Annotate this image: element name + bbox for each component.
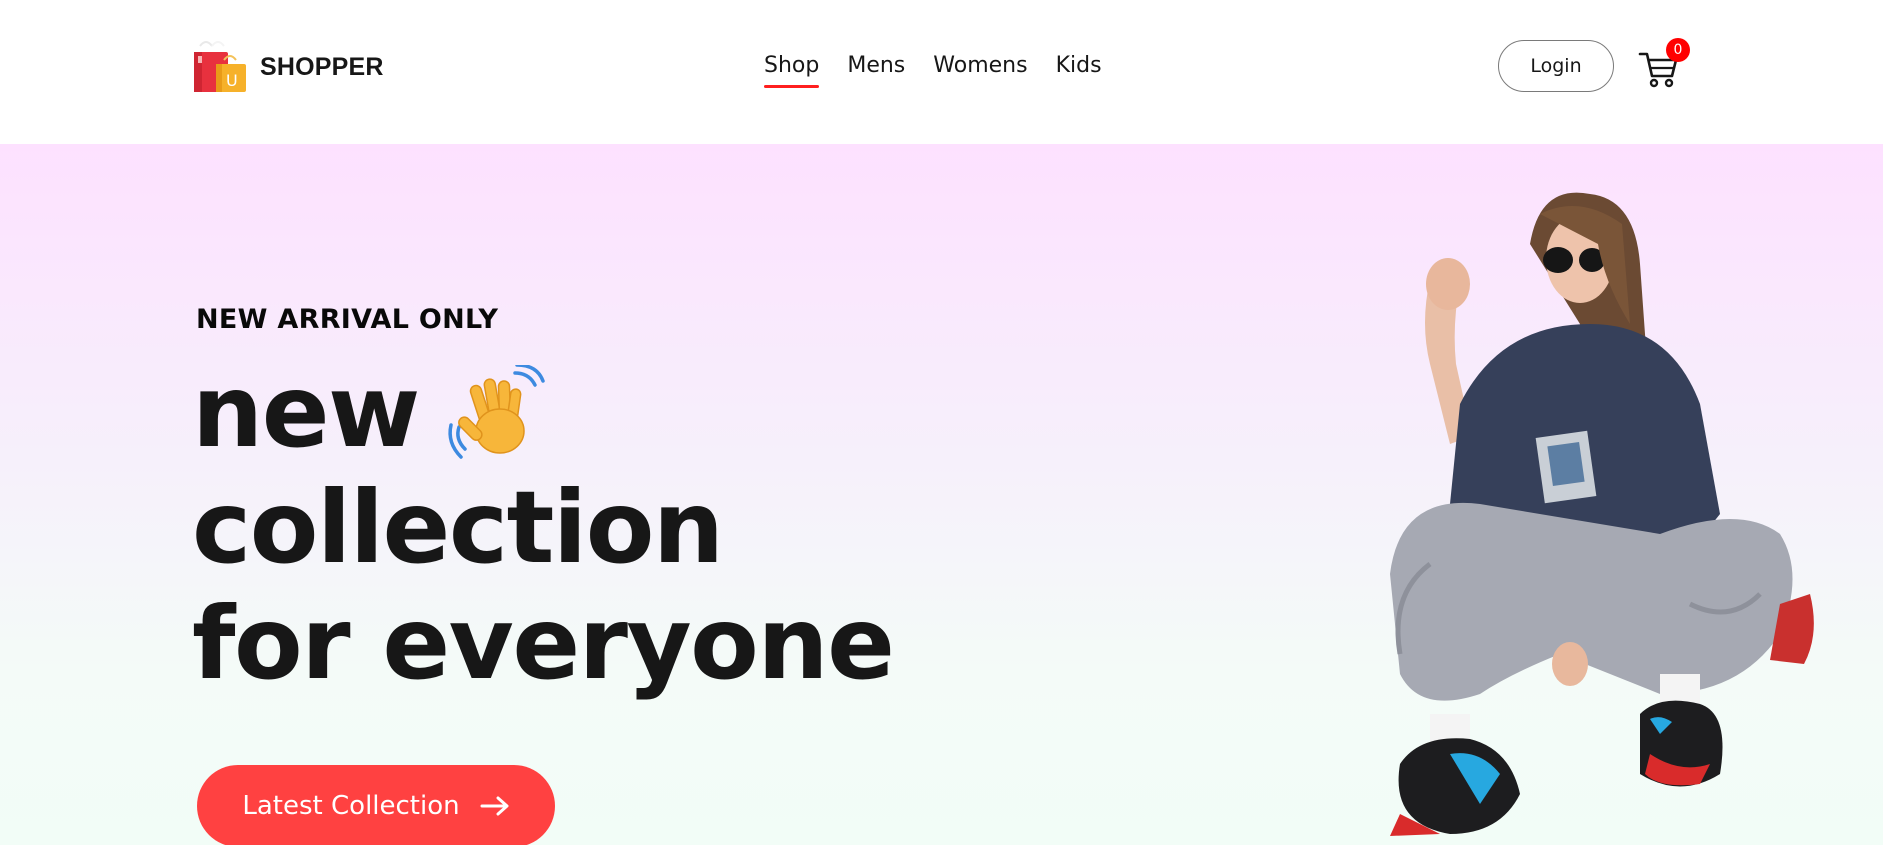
- hero-section: NEW ARRIVAL ONLY new collection for ever…: [0, 144, 1883, 845]
- latest-collection-label: Latest Collection: [242, 791, 460, 821]
- hero-title-word-new: new: [192, 353, 420, 470]
- nav-item-shop[interactable]: Shop: [764, 50, 820, 88]
- nav-actions: Login 0: [1498, 38, 1690, 92]
- nav-item-womens[interactable]: Womens: [933, 50, 1027, 86]
- cart-button[interactable]: 0: [1638, 38, 1690, 88]
- cart-count-badge: 0: [1666, 38, 1690, 62]
- login-button[interactable]: Login: [1498, 40, 1614, 92]
- nav-item-kids[interactable]: Kids: [1056, 50, 1102, 86]
- shopping-bags-icon: U: [194, 41, 246, 92]
- hero-title: new collection for everyone: [192, 354, 895, 702]
- waving-hand-icon: [448, 365, 545, 459]
- main-nav: Shop Mens Womens Kids: [764, 50, 1102, 88]
- brand-name: SHOPPER: [260, 52, 384, 81]
- navbar: U SHOPPER Shop Mens Womens Kids Login 0: [0, 0, 1883, 144]
- svg-text:U: U: [226, 71, 238, 90]
- hero-title-line-2: collection: [192, 469, 724, 586]
- hero-title-line-1: new: [192, 354, 893, 470]
- hero-title-line-3: for everyone: [192, 585, 895, 702]
- hero-model-image: [1360, 174, 1820, 845]
- hero-model-illustration: [1390, 192, 1814, 836]
- hero-eyebrow: NEW ARRIVAL ONLY: [196, 304, 499, 335]
- nav-item-mens[interactable]: Mens: [847, 50, 905, 86]
- brand-logo[interactable]: U SHOPPER: [190, 38, 384, 96]
- latest-collection-button[interactable]: Latest Collection: [197, 765, 555, 845]
- arrow-right-icon: [480, 796, 509, 816]
